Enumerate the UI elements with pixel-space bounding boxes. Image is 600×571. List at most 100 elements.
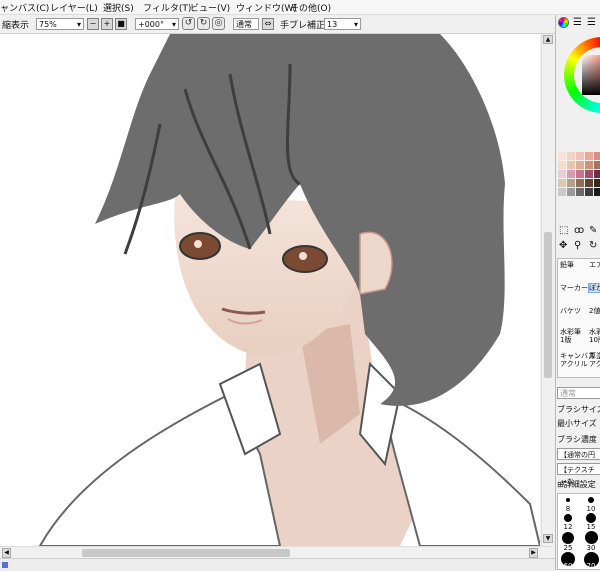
palette-swatch[interactable] — [576, 161, 584, 169]
saturation-value-square[interactable] — [582, 55, 600, 95]
brush-preset-label: 25 — [563, 544, 573, 552]
brush-preset-dot[interactable] — [586, 513, 596, 523]
palette-swatch[interactable] — [585, 161, 593, 169]
zoom-out-button[interactable]: − — [87, 18, 99, 30]
triangle-right-icon: ▶ — [531, 549, 536, 556]
menu-view[interactable]: ビュー(V) — [190, 1, 230, 14]
menu-bar: ャンバス(C) レイヤー(L) 選択(S) フィルタ(T) ビュー(V) ウィン… — [0, 0, 600, 15]
brush-preset-dot[interactable] — [562, 532, 574, 544]
menu-window[interactable]: ウィンドウ(W) — [236, 1, 297, 14]
palette-swatch[interactable] — [585, 179, 593, 187]
zoom-label: 縮表示 — [2, 21, 30, 31]
rotation-value: +000° — [138, 20, 164, 29]
vertical-scrollbar[interactable]: ▲ ▼ — [541, 34, 554, 546]
rotate-left-button[interactable]: ↺ — [182, 17, 195, 30]
palette-swatch[interactable] — [576, 179, 584, 187]
lasso-icon[interactable]: ꝏ — [574, 225, 584, 236]
palette-swatch[interactable] — [558, 179, 566, 187]
stabilizer-value: 13 — [327, 20, 338, 29]
palette-swatch[interactable] — [558, 152, 566, 160]
tool-binary-pen[interactable]: 2値ペ — [589, 307, 600, 315]
scroll-left-button[interactable]: ◀ — [2, 548, 11, 558]
hsv-slider-tab-icon[interactable]: ☰ — [587, 17, 596, 28]
brush-preset-dot[interactable] — [585, 531, 598, 544]
tool-blur[interactable]: ぼかし — [588, 283, 600, 293]
rotate-tool-icon[interactable]: ↻ — [589, 240, 597, 251]
brush-texture-select[interactable]: 【テクスチャな — [557, 463, 600, 486]
palette-swatch[interactable] — [576, 152, 584, 160]
scroll-up-button[interactable]: ▲ — [543, 35, 553, 44]
tool-airbrush[interactable]: エアブ — [589, 261, 600, 269]
min-size-label: 最小サイズ — [557, 419, 597, 428]
brush-shape-select[interactable]: 【通常の円形 — [557, 448, 600, 471]
triangle-down-icon: ▼ — [545, 535, 551, 542]
palette-swatch[interactable] — [576, 170, 584, 178]
tool-thick-paint[interactable]: 厚塗 — [589, 352, 600, 360]
palette-swatch[interactable] — [576, 188, 584, 196]
rotate-right-button[interactable]: ↻ — [197, 17, 210, 30]
flip-horizontal-button[interactable]: ⇔ — [262, 18, 274, 30]
blend-mode-select[interactable]: 通常 — [233, 18, 259, 30]
move-icon[interactable]: ✥ — [559, 240, 567, 251]
palette-swatch[interactable] — [594, 152, 600, 160]
rgb-slider-tab-icon[interactable]: ☰ — [573, 17, 582, 28]
horizontal-scroll-thumb[interactable] — [82, 549, 290, 557]
palette-swatch[interactable] — [558, 188, 566, 196]
palette-swatch[interactable] — [585, 170, 593, 178]
hue-ring[interactable] — [564, 37, 600, 113]
tool-grid: 鉛筆 エアブ マーカー ぼかし バケツ 2値ペ 水彩筆 1版 水彩 10版 キャ… — [557, 258, 600, 378]
brush-preset-label: 15 — [586, 523, 596, 531]
palette-swatch[interactable] — [567, 152, 575, 160]
magic-wand-icon[interactable]: ✎ — [589, 225, 597, 236]
tool-thick-paint-sub: アクリル — [589, 360, 600, 368]
palette-swatch[interactable] — [567, 188, 575, 196]
scroll-down-button[interactable]: ▼ — [543, 534, 553, 543]
palette-swatch[interactable] — [585, 188, 593, 196]
palette-swatch[interactable] — [567, 170, 575, 178]
brush-mode-select[interactable]: 通常 — [557, 387, 600, 399]
color-wheel-tab-icon[interactable] — [558, 17, 569, 28]
palette-swatch[interactable] — [567, 161, 575, 169]
vertical-scroll-thumb[interactable] — [544, 232, 552, 378]
tool-watercolor-2[interactable]: 水彩 — [589, 328, 600, 336]
palette-swatch[interactable] — [558, 170, 566, 178]
detail-settings-toggle[interactable]: ⊞詳細設定 — [557, 479, 596, 490]
palette-swatch[interactable] — [594, 179, 600, 187]
scroll-right-button[interactable]: ▶ — [529, 548, 538, 558]
view-toolbar: 縮表示 75% ▾ − + ■ +000° ▾ ↺ ↻ ◎ 通常 ⇔ 手ブレ補正… — [0, 15, 555, 34]
palette-swatch[interactable] — [558, 161, 566, 169]
flip-icon: ⇔ — [264, 19, 272, 28]
menu-filter[interactable]: フィルタ(T) — [143, 1, 191, 14]
menu-layer[interactable]: レイヤー(L) — [50, 1, 98, 14]
tool-pencil[interactable]: 鉛筆 — [560, 261, 574, 269]
rect-select-icon[interactable]: ⬚ — [559, 225, 568, 236]
palette-swatch[interactable] — [567, 179, 575, 187]
zoom-in-button[interactable]: + — [101, 18, 113, 30]
expand-icon: ⊞ — [557, 480, 564, 489]
tool-panel: ☰ ☰ ⬚ ꝏ ✎ ✥ ⚲ ↻ 鉛筆 エアブ マーカー ぼかし バケツ 2値ペ … — [555, 15, 600, 570]
tool-bucket[interactable]: バケツ — [560, 307, 581, 315]
brush-preset-dot[interactable] — [588, 497, 594, 503]
stabilizer-select[interactable]: 13 ▾ — [324, 18, 361, 30]
zoom-reset-button[interactable]: ■ — [115, 18, 127, 30]
palette-swatch[interactable] — [594, 170, 600, 178]
rotation-select[interactable]: +000° ▾ — [135, 18, 179, 30]
zoom-select[interactable]: 75% ▾ — [36, 18, 84, 30]
tool-watercolor-1[interactable]: 水彩筆 — [560, 328, 581, 336]
zoom-icon[interactable]: ⚲ — [574, 240, 581, 251]
palette-swatch[interactable] — [594, 188, 600, 196]
brush-size-label: ブラシサイズ — [557, 405, 600, 414]
brush-preset-label: 60 — [563, 562, 573, 570]
tool-canvas-acrylic-sub: アクリル — [560, 360, 588, 368]
tool-marker[interactable]: マーカー — [560, 284, 588, 292]
brush-preset-dot[interactable] — [566, 498, 570, 502]
menu-select[interactable]: 選択(S) — [103, 1, 134, 14]
menu-other[interactable]: その他(O) — [290, 1, 331, 14]
status-indicator — [2, 562, 8, 568]
rotate-reset-button[interactable]: ◎ — [212, 17, 225, 30]
brush-preset-dot[interactable] — [564, 514, 572, 522]
menu-canvas[interactable]: ャンバス(C) — [0, 1, 49, 14]
drawing-canvas[interactable] — [0, 34, 540, 546]
palette-swatch[interactable] — [585, 152, 593, 160]
palette-swatch[interactable] — [594, 161, 600, 169]
